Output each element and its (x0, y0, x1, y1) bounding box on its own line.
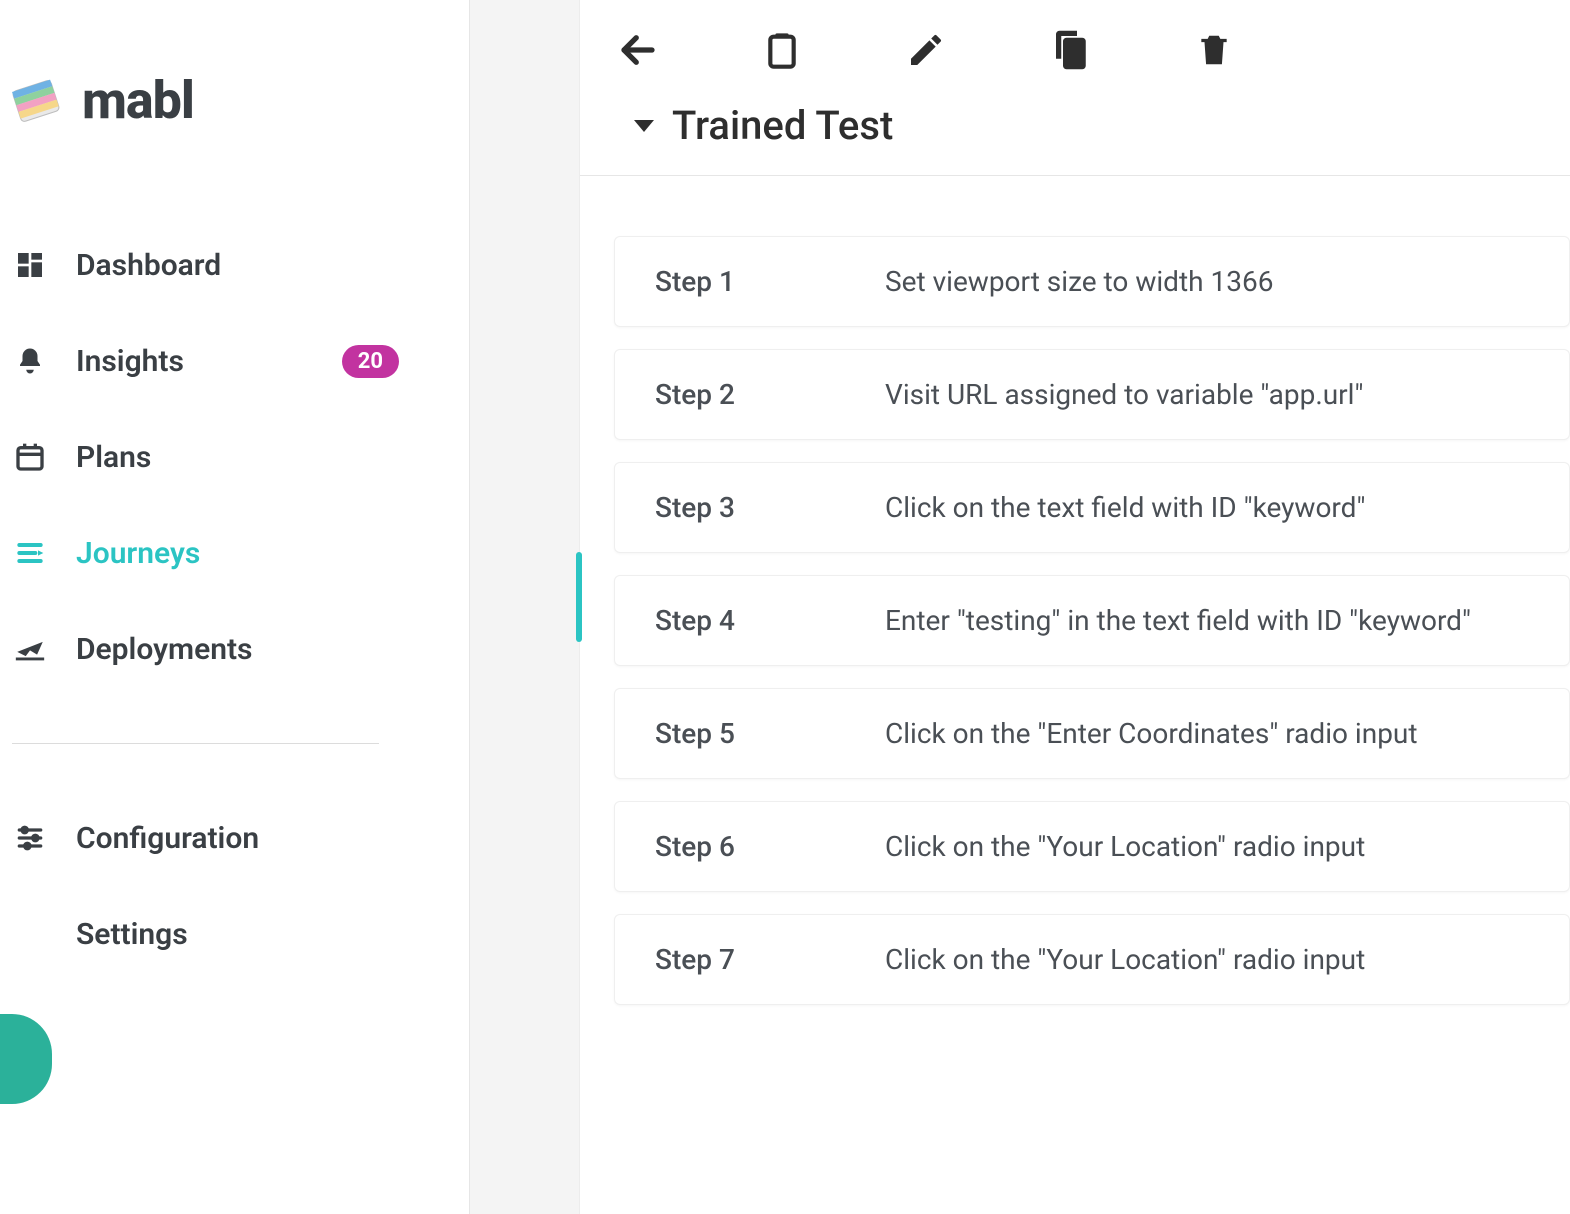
step-description: Click on the "Your Location" radio input (885, 830, 1539, 863)
calendar-icon (12, 439, 48, 475)
sidebar-item-label: Dashboard (76, 248, 469, 283)
main-content: Trained Test Step 1 Set viewport size to… (580, 0, 1570, 1214)
step-label: Step 1 (655, 265, 885, 298)
journey-title-row[interactable]: Trained Test (580, 96, 1570, 176)
rail-active-indicator (576, 552, 582, 642)
step-description: Visit URL assigned to variable "app.url" (885, 378, 1539, 411)
mabl-logo-icon (8, 73, 64, 129)
step-label: Step 3 (655, 491, 885, 524)
sidebar-item-plans[interactable]: Plans (12, 433, 469, 481)
step-card[interactable]: Step 6 Click on the "Your Location" radi… (614, 801, 1570, 892)
step-description: Set viewport size to width 1366 (885, 265, 1539, 298)
sidebar-item-insights[interactable]: Insights 20 (12, 337, 469, 385)
clipboard-button[interactable] (760, 28, 804, 72)
sidebar-item-deployments[interactable]: Deployments (12, 625, 469, 673)
sidebar-divider (12, 743, 379, 744)
step-description: Click on the "Enter Coordinates" radio i… (885, 717, 1539, 750)
sidebar-item-configuration[interactable]: Configuration (12, 814, 469, 862)
sidebar-item-settings[interactable]: Settings (12, 910, 469, 958)
step-label: Step 4 (655, 604, 885, 637)
step-label: Step 6 (655, 830, 885, 863)
journey-title: Trained Test (672, 102, 893, 149)
sidebar-item-label: Plans (76, 440, 469, 475)
duplicate-button[interactable] (1048, 28, 1092, 72)
secondary-nav: Configuration Settings (0, 814, 469, 958)
deploy-icon (12, 631, 48, 667)
steps-list: Step 1 Set viewport size to width 1366 S… (580, 176, 1570, 1005)
detail-rail (470, 0, 580, 1214)
sliders-icon (12, 820, 48, 856)
step-label: Step 7 (655, 943, 885, 976)
step-description: Click on the "Your Location" radio input (885, 943, 1539, 976)
step-label: Step 2 (655, 378, 885, 411)
sidebar-item-dashboard[interactable]: Dashboard (12, 241, 469, 289)
gear-icon (12, 916, 48, 952)
insights-badge: 20 (342, 345, 399, 378)
step-label: Step 5 (655, 717, 885, 750)
step-card[interactable]: Step 3 Click on the text field with ID "… (614, 462, 1570, 553)
sidebar-item-label: Insights (76, 344, 314, 379)
delete-button[interactable] (1192, 28, 1236, 72)
step-card[interactable]: Step 1 Set viewport size to width 1366 (614, 236, 1570, 327)
step-card[interactable]: Step 4 Enter "testing" in the text field… (614, 575, 1570, 666)
sidebar-item-label: Settings (76, 917, 469, 952)
bell-icon (12, 343, 48, 379)
step-description: Click on the text field with ID "keyword… (885, 491, 1539, 524)
back-button[interactable] (616, 28, 660, 72)
brand-logo[interactable]: mabl (0, 70, 469, 131)
sidebar-item-label: Configuration (76, 821, 469, 856)
dashboard-icon (12, 247, 48, 283)
step-card[interactable]: Step 2 Visit URL assigned to variable "a… (614, 349, 1570, 440)
step-card[interactable]: Step 5 Click on the "Enter Coordinates" … (614, 688, 1570, 779)
primary-nav: Dashboard Insights 20 Plans Journeys (0, 241, 469, 673)
sidebar: mabl Dashboard Insights 20 Plans (0, 0, 470, 1214)
sidebar-item-label: Deployments (76, 632, 469, 667)
sidebar-item-journeys[interactable]: Journeys (12, 529, 469, 577)
edit-button[interactable] (904, 28, 948, 72)
journey-toolbar (580, 0, 1570, 96)
step-card[interactable]: Step 7 Click on the "Your Location" radi… (614, 914, 1570, 1005)
brand-name: mabl (82, 70, 194, 131)
step-description: Enter "testing" in the text field with I… (885, 604, 1539, 637)
list-icon (12, 535, 48, 571)
caret-down-icon (634, 120, 654, 132)
sidebar-item-label: Journeys (76, 536, 469, 571)
help-fab[interactable] (0, 1014, 52, 1104)
